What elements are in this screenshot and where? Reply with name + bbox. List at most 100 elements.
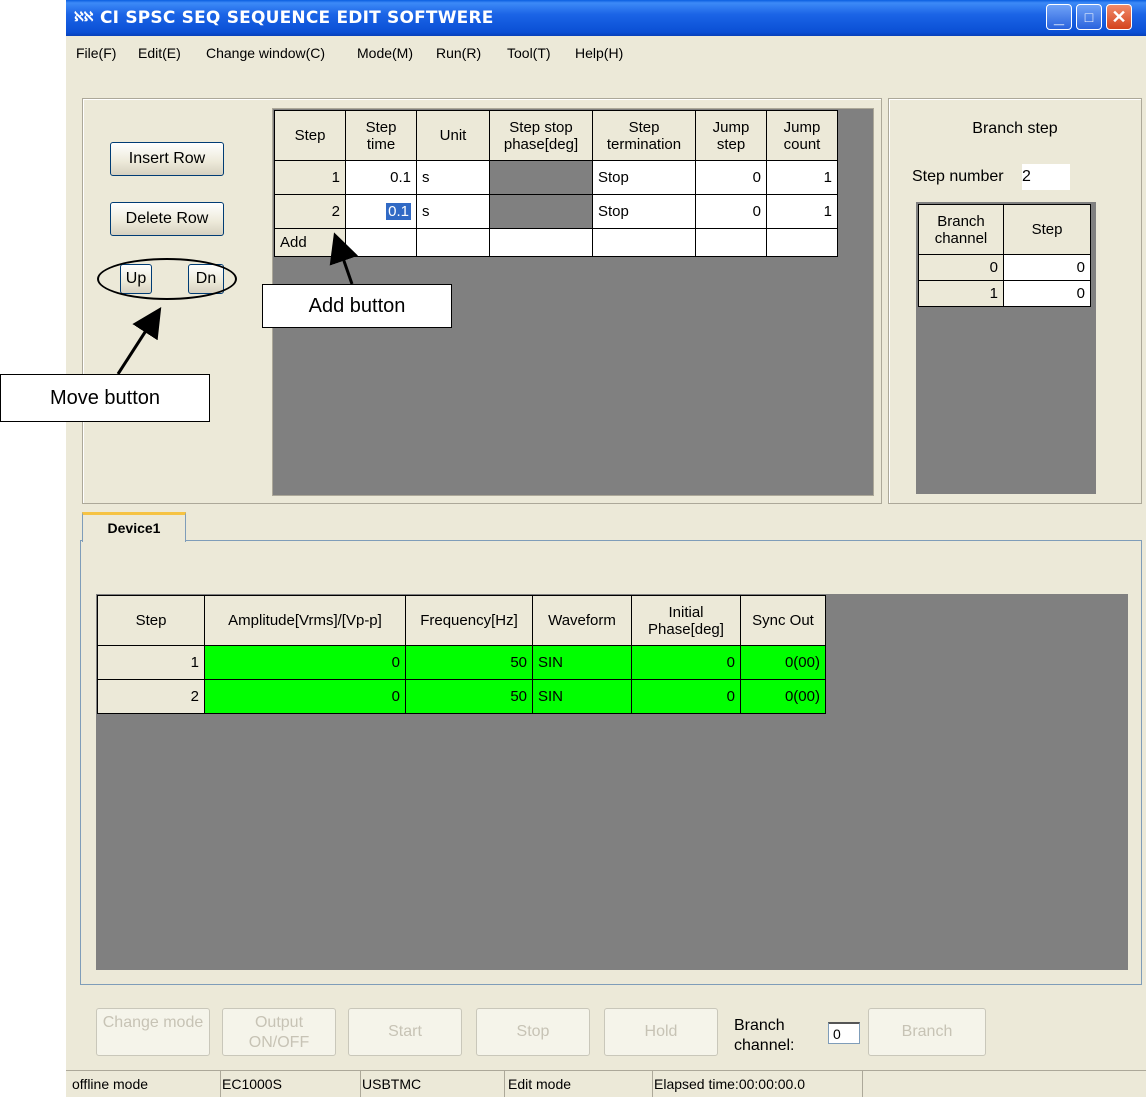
waveform-cell[interactable]: SIN <box>532 679 632 714</box>
step-number-label: Step number <box>912 168 1004 185</box>
col-frequency: Frequency[Hz] <box>405 595 533 646</box>
close-button[interactable]: ✕ <box>1106 4 1132 30</box>
phase-cell <box>489 194 593 229</box>
maximize-icon: □ <box>1084 9 1094 25</box>
selected-value[interactable]: 0.1 <box>386 203 411 220</box>
start-button[interactable]: Start <box>348 1008 462 1056</box>
branch-step-cell[interactable]: 0 <box>1003 280 1091 307</box>
waveform-cell[interactable]: SIN <box>532 645 632 680</box>
amplitude-cell[interactable]: 0 <box>204 645 406 680</box>
step-cell[interactable]: 1 <box>274 160 346 195</box>
jump-step-cell[interactable]: 0 <box>695 160 767 195</box>
branch-channel-input[interactable]: 0 <box>828 1022 860 1044</box>
step-cell[interactable]: 1 <box>97 645 205 680</box>
table-row[interactable]: 0 0 <box>918 254 1091 281</box>
menu-file[interactable]: File(F) <box>76 45 116 61</box>
add-button-callout: Add button <box>262 284 452 328</box>
empty-cell <box>416 228 490 257</box>
device-table: Step Amplitude[Vrms]/[Vp-p] Frequency[Hz… <box>97 595 826 714</box>
step-number-field[interactable]: 2 <box>1022 164 1070 190</box>
delete-row-button[interactable]: Delete Row <box>110 202 224 236</box>
col-unit: Unit <box>416 110 490 161</box>
title-bar: ℵℵ CI SPSC SEQ SEQUENCE EDIT SOFTWERE _ … <box>66 0 1146 36</box>
jump-count-cell[interactable]: 1 <box>766 160 838 195</box>
col-step-time: Step time <box>345 110 417 161</box>
menu-mode[interactable]: Mode(M) <box>357 45 413 61</box>
termination-cell[interactable]: Stop <box>592 194 696 229</box>
phase-cell <box>489 160 593 195</box>
branch-channel-cell[interactable]: 1 <box>918 280 1004 307</box>
sync-out-cell[interactable]: 0(00) <box>740 645 826 680</box>
empty-cell <box>695 228 767 257</box>
minimize-button[interactable]: _ <box>1046 4 1072 30</box>
phase-cell[interactable]: 0 <box>631 645 741 680</box>
branch-channel-cell[interactable]: 0 <box>918 254 1004 281</box>
col-branch-channel: Branch channel <box>918 204 1004 255</box>
col-jump-count: Jump count <box>766 110 838 161</box>
amplitude-cell[interactable]: 0 <box>204 679 406 714</box>
menu-bar: File(F) Edit(E) Change window(C) Mode(M)… <box>66 36 1146 66</box>
frequency-cell[interactable]: 50 <box>405 679 533 714</box>
col-jump-step: Jump step <box>695 110 767 161</box>
branch-button[interactable]: Branch <box>868 1008 986 1056</box>
menu-edit[interactable]: Edit(E) <box>138 45 181 61</box>
col-amplitude: Amplitude[Vrms]/[Vp-p] <box>204 595 406 646</box>
step-time-cell[interactable]: 0.1 <box>345 194 417 229</box>
termination-cell[interactable]: Stop <box>592 160 696 195</box>
minimize-icon: _ <box>1053 7 1064 27</box>
step-table: Step Step time Unit Step stop phase[deg]… <box>274 110 838 257</box>
hold-button[interactable]: Hold <box>604 1008 718 1056</box>
table-row[interactable]: 1 0 <box>918 280 1091 307</box>
step-time-cell[interactable]: 0.1 <box>345 160 417 195</box>
add-button[interactable]: Add <box>274 228 346 257</box>
col-step-stop-phase: Step stop phase[deg] <box>489 110 593 161</box>
insert-row-button[interactable]: Insert Row <box>110 142 224 176</box>
menu-change-window[interactable]: Change window(C) <box>206 45 325 61</box>
change-mode-button[interactable]: Change mode <box>96 1008 210 1056</box>
empty-cell <box>489 228 593 257</box>
status-elapsed-time: Elapsed time:00:00:00.0 <box>648 1071 863 1097</box>
status-edit-mode: Edit mode <box>502 1071 653 1097</box>
col-step: Step <box>97 595 205 646</box>
status-mode: offline mode <box>66 1071 221 1097</box>
empty-cell <box>592 228 696 257</box>
table-row[interactable]: 1 0 50 SIN 0 0(00) <box>97 645 826 680</box>
status-bar: offline mode EC1000S USBTMC Edit mode El… <box>66 1070 1146 1097</box>
frequency-cell[interactable]: 50 <box>405 645 533 680</box>
add-row[interactable]: Add <box>274 228 838 257</box>
step-cell[interactable]: 2 <box>97 679 205 714</box>
jump-count-cell[interactable]: 1 <box>766 194 838 229</box>
window-title: CI SPSC SEQ SEQUENCE EDIT SOFTWERE <box>100 8 494 28</box>
move-button-callout: Move button <box>0 374 210 422</box>
move-highlight-ellipse <box>97 258 237 300</box>
status-device: EC1000S <box>216 1071 361 1097</box>
col-initial-phase: Initial Phase[deg] <box>631 595 741 646</box>
tab-device1[interactable]: Device1 <box>82 512 186 542</box>
table-row[interactable]: 1 0.1 s Stop 0 1 <box>274 160 838 195</box>
menu-run[interactable]: Run(R) <box>436 45 481 61</box>
table-row[interactable]: 2 0 50 SIN 0 0(00) <box>97 679 826 714</box>
branch-channel-label: Branch channel: <box>734 1017 795 1054</box>
empty-cell <box>345 228 417 257</box>
phase-cell[interactable]: 0 <box>631 679 741 714</box>
empty-cell <box>766 228 838 257</box>
col-step-termination: Step termination <box>592 110 696 161</box>
branch-step-cell[interactable]: 0 <box>1003 254 1091 281</box>
jump-step-cell[interactable]: 0 <box>695 194 767 229</box>
col-sync-out: Sync Out <box>740 595 826 646</box>
sync-out-cell[interactable]: 0(00) <box>740 679 826 714</box>
maximize-button[interactable]: □ <box>1076 4 1102 30</box>
unit-cell[interactable]: s <box>416 194 490 229</box>
menu-tool[interactable]: Tool(T) <box>507 45 551 61</box>
table-row[interactable]: 2 0.1 s Stop 0 1 <box>274 194 838 229</box>
stop-button[interactable]: Stop <box>476 1008 590 1056</box>
branch-step-title: Branch step <box>972 120 1058 137</box>
step-cell[interactable]: 2 <box>274 194 346 229</box>
app-window: ℵℵ CI SPSC SEQ SEQUENCE EDIT SOFTWERE _ … <box>66 0 1146 1097</box>
menu-help[interactable]: Help(H) <box>575 45 623 61</box>
close-icon: ✕ <box>1111 7 1127 27</box>
output-onoff-button[interactable]: Output ON/OFF <box>222 1008 336 1056</box>
status-interface: USBTMC <box>356 1071 505 1097</box>
unit-cell[interactable]: s <box>416 160 490 195</box>
col-branch-step: Step <box>1003 204 1091 255</box>
